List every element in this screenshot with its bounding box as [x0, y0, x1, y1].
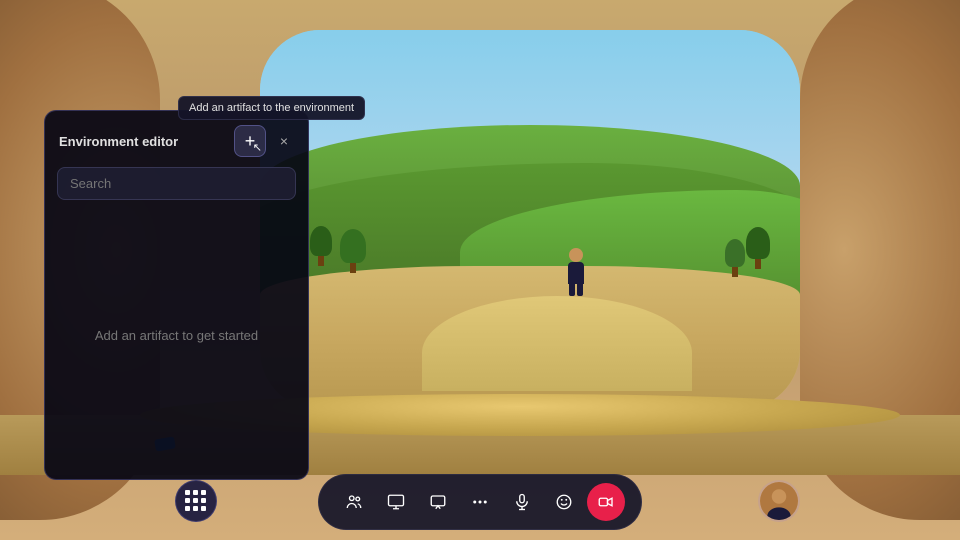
virtual-avatar: [568, 248, 584, 296]
avatar-button-container: [758, 480, 800, 522]
toolbar-pill: [318, 474, 642, 530]
avatar-legs: [569, 284, 583, 296]
microphone-button[interactable]: [503, 483, 541, 521]
environment-editor-panel: Environment editor + ↖ × Add an artifact…: [44, 110, 309, 480]
record-icon: [597, 493, 615, 511]
present-icon: [429, 493, 447, 511]
user-avatar-button[interactable]: [758, 480, 800, 522]
tree-1: [310, 226, 332, 266]
empty-state: Add an artifact to get started: [45, 210, 308, 460]
more-button[interactable]: [461, 483, 499, 521]
tooltip: Add an artifact to the environment: [178, 96, 365, 120]
more-icon: [471, 493, 489, 511]
microphone-icon: [513, 493, 531, 511]
tooltip-text: Add an artifact to the environment: [189, 102, 354, 114]
avatar-face-icon: [760, 482, 798, 520]
avatar-head: [569, 248, 583, 262]
emoji-button[interactable]: [545, 483, 583, 521]
empty-state-text: Add an artifact to get started: [95, 328, 258, 343]
cursor-icon: ↖: [253, 141, 262, 154]
window-opening: [260, 30, 800, 410]
search-input[interactable]: [57, 167, 296, 200]
main-toolbar: [0, 474, 960, 530]
add-artifact-button[interactable]: + ↖: [234, 125, 266, 157]
present-button[interactable]: [419, 483, 457, 521]
people-icon: [345, 493, 363, 511]
record-button[interactable]: [587, 483, 625, 521]
tree-4: [725, 239, 745, 277]
screen-share-button[interactable]: [377, 483, 415, 521]
tree-2: [340, 229, 366, 273]
panel-header-actions: + ↖ ×: [234, 125, 294, 157]
close-button[interactable]: ×: [274, 131, 294, 151]
tree-3: [746, 227, 770, 269]
screen-share-icon: [387, 493, 405, 511]
avatar-body: [568, 262, 584, 284]
emoji-icon: [555, 493, 573, 511]
panel-title: Environment editor: [59, 134, 178, 149]
people-button[interactable]: [335, 483, 373, 521]
search-container: [45, 167, 308, 210]
